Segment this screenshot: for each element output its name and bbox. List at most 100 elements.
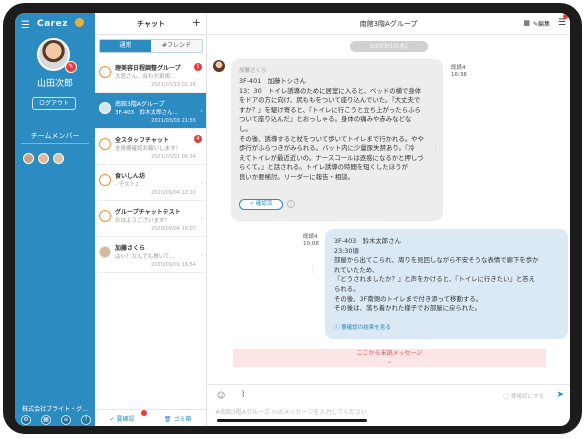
chat-header: 南館3階Aグループ ▦ ✎編集 ☰: [207, 13, 570, 35]
chevron-down-icon: ⌄: [386, 358, 393, 365]
trash-icon: 🗑: [163, 415, 174, 423]
message-line: 3F-403 鈴木太郎さん: [334, 237, 401, 245]
chat-list-item[interactable]: 加藤さくら はい！なんでも質いて... 2020/09/01 16:54 ›: [95, 237, 206, 273]
chat-list-item[interactable]: グループチャットテスト おはようございます！ 2020/09/04 16:07 …: [95, 201, 206, 237]
chat-list-title: チャット: [137, 20, 165, 28]
info-icon[interactable]: i: [287, 200, 295, 208]
message-line: 歩行がふらつきがみられる。バット内に少量尿失禁あり。『冷: [239, 144, 415, 153]
chat-list-item[interactable]: 全スタッフチャット 全員要確認お願いします！ 2021/03/01 06:34 …: [95, 129, 206, 165]
team-member-avatar[interactable]: [53, 153, 64, 164]
confirmed-button[interactable]: ✓ 確認済: [239, 199, 283, 210]
tablet-frame: ☰ Carez ✎ 山田次郎 ログアウト チームメンバー 株式会社ブライト・グ.…: [3, 3, 582, 434]
message-input[interactable]: #南館3階Aグループ へのメッセージを入力してください: [215, 407, 367, 416]
team-member-avatar[interactable]: [23, 153, 34, 164]
confirmed-label: 確認済: [255, 201, 273, 207]
chat-date: 2021/03/19 02:26: [151, 82, 196, 88]
message-bubble[interactable]: 加藤さくら 3F-401 加藤トシさん 13：30 トイレ誘導のために居室に入る…: [231, 59, 443, 221]
view-check-result-label: 要確認の結果を見る: [341, 325, 391, 331]
attachment-icon[interactable]: ⌇: [241, 390, 245, 400]
chevron-right-icon: ›: [200, 215, 203, 223]
chat-date: 2021/03/01 06:34: [151, 154, 196, 160]
menu-icon[interactable]: ☰: [21, 20, 30, 31]
unread-badge: 4: [194, 135, 202, 143]
message-line: その後、3F南側のトイレまで付き添って移動する。: [334, 294, 483, 303]
message-line: 部屋から出てこられ、周りを見回しながら不安そうな表情で廊下を歩か: [334, 256, 539, 265]
chat-preview: 全員要確認お願いします！: [115, 146, 182, 152]
document-icon[interactable]: ≡: [61, 415, 71, 425]
user-name: 山田次郎: [36, 79, 73, 89]
message-line: すか？』を駆け寄ると、『トイレに行こうと立ち上がったらふら: [239, 105, 421, 114]
emoji-icon[interactable]: ☺: [217, 391, 225, 400]
message-time: 16:38: [451, 72, 467, 78]
needs-check-button[interactable]: ✓ 要確認: [110, 414, 135, 423]
message-line: 23:30頃: [334, 246, 359, 255]
read-count: 既読4: [451, 65, 466, 71]
chat-list-item[interactable]: 食いしん坊 - テスト2 2020/09/04 22:10 ›: [95, 165, 206, 201]
chat-list-item[interactable]: 理美容日程調整グループ 大宮さん、合わが恵規... 2021/03/19 02:…: [95, 57, 206, 93]
message-meta: 既読4 16:38: [451, 65, 467, 79]
trash-label: ゴミ箱: [173, 415, 192, 423]
message-line: その後、誘導すると杖をついて歩いてトイレまで行かれる。やや: [239, 134, 424, 143]
sidebar: ☰ Carez ✎ 山田次郎 ログアウト チームメンバー 株式会社ブライト・グ.…: [15, 13, 95, 426]
message-line: 3F-401 加藤トシさん: [239, 77, 306, 85]
company-name: 株式会社ブライト・グ...: [22, 406, 88, 413]
needs-check-label: 要確認: [116, 415, 135, 423]
settings-icon[interactable]: ⚙: [21, 415, 31, 425]
calendar-icon[interactable]: ▦: [41, 415, 51, 425]
message-line: えてトイレが最近近いの。ナースコールは逐惑になるかと押しづ: [239, 153, 424, 162]
message-line: し。: [239, 124, 252, 133]
app-logo: Carez: [37, 19, 68, 29]
message-line: らくて。』と話される。トイレ誘導の時間を短くしたほうが: [239, 163, 408, 172]
logout-button[interactable]: ログアウト: [32, 97, 76, 110]
sender-avatar[interactable]: [213, 60, 225, 72]
chat-preview: はい！なんでも質いて...: [115, 254, 175, 260]
chat-name: 理美容日程調整グループ: [115, 65, 181, 72]
tab-friend[interactable]: #フレンド: [151, 40, 202, 52]
help-icon[interactable]: ?: [81, 415, 91, 425]
logo-mark-icon: [75, 18, 84, 27]
more-options-icon[interactable]: ⋮: [309, 266, 316, 274]
own-message-bubble[interactable]: 3F-403 鈴木太郎さん 23:30頃 部屋から出てこられ、周りを見回しながら…: [325, 229, 568, 339]
unread-separator[interactable]: ここから未読メッセージ ⌄: [233, 349, 546, 367]
request-check-toggle[interactable]: ◯ 要確認にする: [503, 392, 544, 400]
edit-button[interactable]: ✎編集: [533, 19, 550, 28]
new-chat-button[interactable]: +: [192, 16, 201, 29]
chat-date: 2020/09/04 16:07: [151, 226, 196, 232]
group-avatar: [99, 174, 111, 186]
message-time: 10:08: [303, 241, 319, 247]
message-line: 良いか要検討。リーダーに報告・相談。: [239, 172, 355, 181]
chat-date: 2021/03/03 21:55: [151, 118, 196, 124]
team-member-avatar[interactable]: [38, 153, 49, 164]
app-screen: ☰ Carez ✎ 山田次郎 ログアウト チームメンバー 株式会社ブライト・グ.…: [15, 13, 570, 426]
message-line: れていたため、: [334, 265, 379, 274]
message-line: られる。: [334, 284, 360, 293]
chevron-right-icon: ›: [200, 107, 203, 115]
menu-icon[interactable]: ☰: [558, 18, 566, 28]
group-avatar: [99, 210, 111, 222]
message-line: その後は、落ち着かれた様子でお部屋に戻られた。: [334, 304, 481, 313]
trash-button[interactable]: 🗑 ゴミ箱: [164, 414, 192, 423]
user-avatar: [99, 246, 111, 258]
send-icon[interactable]: ➤: [556, 390, 564, 400]
read-count: 既読4: [303, 234, 318, 240]
team-members-heading: チームメンバー: [30, 132, 80, 140]
more-options-icon[interactable]: ⋮: [432, 145, 439, 153]
date-separator: 03/03/10(水): [350, 41, 428, 52]
chat-name: 全スタッフチャット: [115, 137, 169, 144]
needs-check-dot: [141, 410, 147, 416]
chat-preview: - テスト2: [115, 182, 139, 188]
chat-list-item[interactable]: 南館3階Aグループ 3F-403 鈴木太郎さん... 2021/03/03 21…: [95, 93, 206, 129]
tab-normal[interactable]: 通常: [100, 40, 151, 52]
chevron-right-icon: ›: [200, 251, 203, 259]
edit-label: 編集: [537, 21, 550, 28]
view-check-result-link[interactable]: ⓘ 要確認の結果を見る: [334, 323, 391, 331]
chat-name: 加藤さくら: [115, 245, 146, 252]
notification-badge-icon[interactable]: ✎: [65, 61, 77, 73]
unread-badge: 1: [194, 63, 202, 71]
chat-tabs: 通常 #フレンド: [99, 39, 203, 53]
chat-date: 2020/09/01 16:54: [151, 262, 196, 268]
message-line: 『どうされましたか？』と声をかけると、『トイレに行きたい』と答え: [334, 275, 536, 284]
calendar-icon[interactable]: ▦: [523, 19, 530, 27]
chat-name: 食いしん坊: [115, 173, 146, 180]
sidebar-footer-icons: ⚙ ▦ ≡ ?: [21, 415, 91, 425]
